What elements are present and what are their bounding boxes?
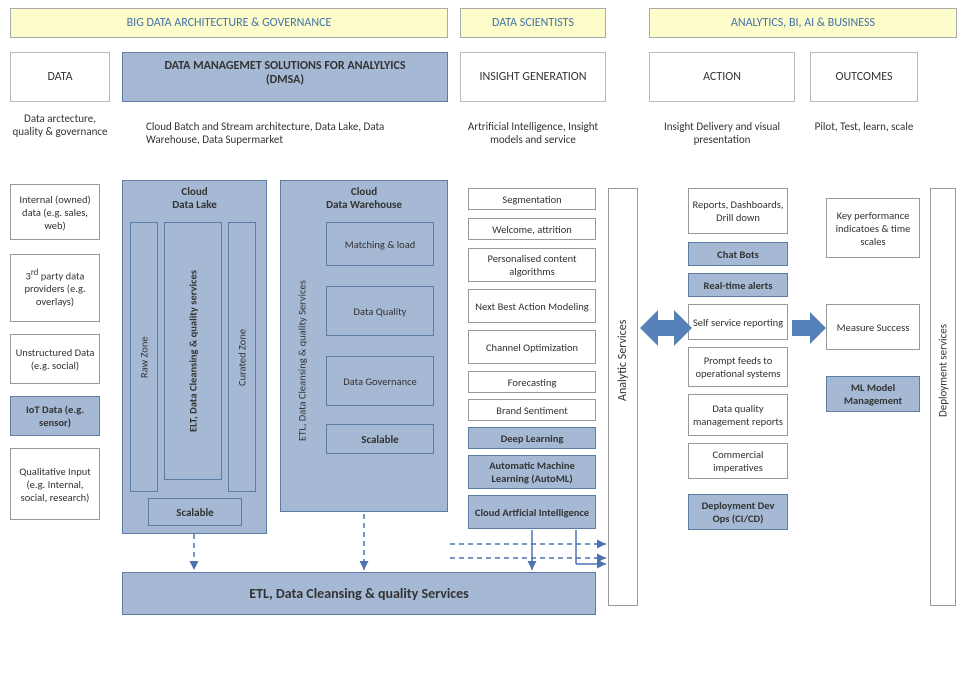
data-iot: IoT Data (e.g. sensor) [10, 396, 100, 436]
warehouse-title: CloudData Warehouse [281, 181, 447, 211]
action-commercial: Commercial imperatives [688, 443, 788, 479]
header-analytics: ANALYTICS, BI, AI & BUSINESS [649, 8, 957, 38]
col-data-title: DATA [10, 52, 110, 102]
datalake-curated: Curated Zone [228, 222, 256, 492]
col-data-sub: Data arctecture, quality & governance [10, 112, 110, 138]
outcome-mlmodel: ML Model Management [826, 376, 920, 412]
analytic-services-label: Analytic Services [610, 290, 636, 430]
col-insight-sub: Artrificial Intelligence, Insight models… [460, 120, 606, 146]
insight-seg: Segmentation [468, 188, 596, 210]
insight-nba: Next Best Action Modeling [468, 289, 596, 323]
col-dmsa-sub: Cloud Batch and Stream architecture, Dat… [146, 120, 426, 146]
dmsa-title-line2: (DMSA) [127, 73, 443, 87]
data-internal: Internal (owned) data (e.g. sales, web) [10, 184, 100, 240]
insight-brand: Brand Sentiment [468, 399, 596, 421]
action-chatbots: Chat Bots [688, 242, 788, 266]
warehouse-governance: Data Governance [326, 356, 434, 406]
data-thirdparty: 3rd party data providers (e.g. overlays) [10, 254, 100, 322]
data-unstructured: Unstructured Data (e.g. social) [10, 334, 100, 384]
header-scientists: DATA SCIENTISTS [460, 8, 606, 38]
insight-welcome: Welcome, attrition [468, 218, 596, 240]
col-dmsa-title: DATA MANAGEMET SOLUTIONS FOR ANALYLYICS … [122, 52, 448, 102]
col-action-title: ACTION [649, 52, 795, 102]
datalake-title: CloudData Lake [123, 181, 266, 211]
col-outcomes-sub: Pilot, Test, learn, scale [810, 120, 918, 133]
insight-deep: Deep Learning [468, 427, 596, 449]
col-outcomes-title: OUTCOMES [810, 52, 918, 102]
dmsa-title-line1: DATA MANAGEMET SOLUTIONS FOR ANALYLYICS [127, 59, 443, 73]
warehouse-matching: Matching & load [326, 222, 434, 266]
action-reports: Reports, Dashboards, Drill down [688, 188, 788, 234]
insight-personalised: Personalised content algorithms [468, 248, 596, 282]
header-bigdata: BIG DATA ARCHITECTURE & GOVERNANCE [10, 8, 448, 38]
insight-forecast: Forecasting [468, 371, 596, 393]
deployment-label: Deployment services [931, 300, 955, 440]
warehouse-etl: ETL, Data Cleansing & quality Services [288, 220, 316, 502]
insight-automl: Automatic Machine Learning (AutoML) [468, 455, 596, 489]
datalake-elt: ELT, Data Cleansing & quality services [164, 222, 222, 480]
action-dataqual: Data quality management reports [688, 394, 788, 436]
col-insight-title: INSIGHT GENERATION [460, 52, 606, 102]
data-qualitative: Qualitative Input (e.g. Internal, social… [10, 448, 100, 520]
etl-bar: ETL, Data Cleansing & quality Services [122, 572, 596, 615]
warehouse-scalable: Scalable [326, 424, 434, 454]
col-action-sub: Insight Delivery and visual presentation [649, 120, 795, 146]
outcome-kpi: Key performance indicatoes & time scales [826, 198, 920, 258]
action-feeds: Prompt feeds to operational systems [688, 347, 788, 387]
datalake-rawzone: Raw Zone [130, 222, 158, 492]
action-devops: Deployment Dev Ops (CI/CD) [688, 494, 788, 530]
insight-channel: Channel Optimization [468, 330, 596, 364]
action-selfservice: Self service reporting [688, 304, 788, 340]
warehouse-quality: Data Quality [326, 286, 434, 336]
datalake-scalable: Scalable [148, 498, 242, 526]
action-realtime: Real-time alerts [688, 273, 788, 297]
insight-cloudai: Cloud Artficial Intelligence [468, 495, 596, 529]
outcome-measure: Measure Success [826, 304, 920, 350]
bidirectional-arrow-icon [640, 300, 692, 356]
arrow-to-outcomes-icon [792, 308, 826, 348]
